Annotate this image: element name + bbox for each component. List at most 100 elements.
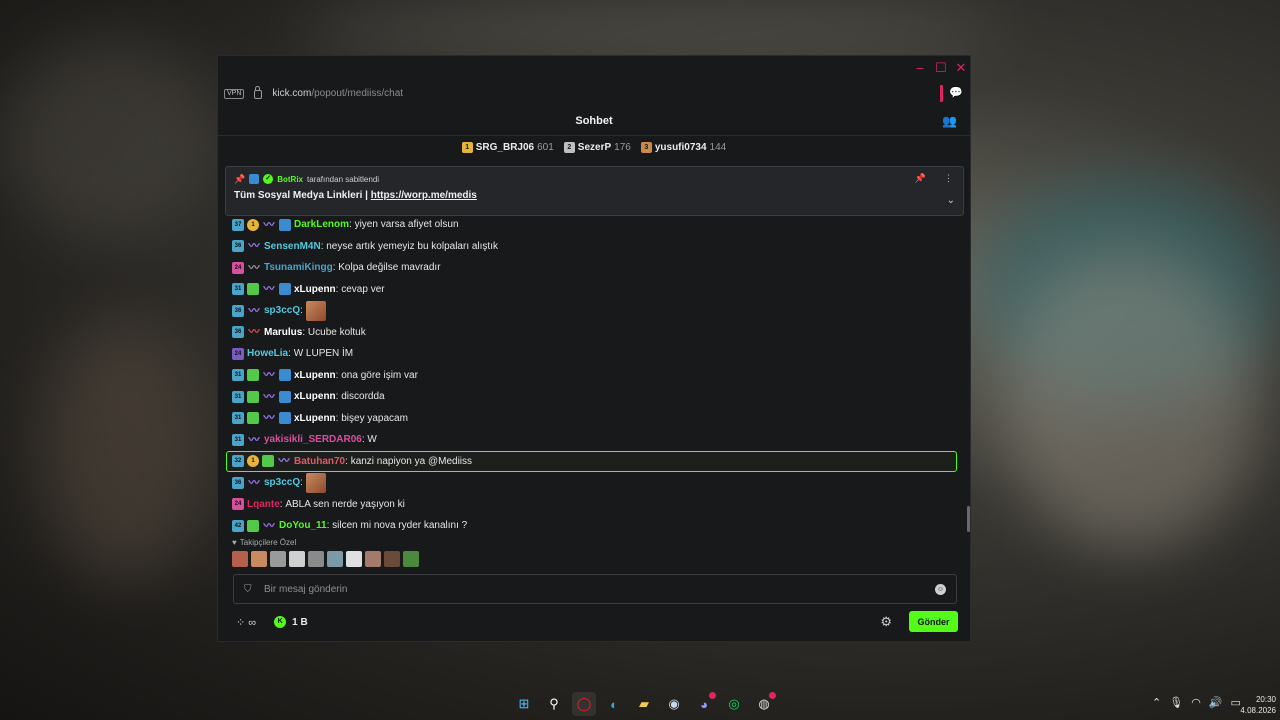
chat-username[interactable]: sp3ccQ [264,477,300,488]
microphone-icon[interactable]: 🎙 [1169,696,1183,709]
maximize-button[interactable]: ☐ [934,61,948,75]
discord-icon[interactable]: ◕ [692,692,716,716]
chat-message[interactable]: 31 〰 xLupenn: cevap ver [228,279,963,301]
steam-icon[interactable]: ◉ [662,692,686,716]
chat-message-list[interactable]: 37 1 〰 DarkLenom: yiyen varsa afiyet ols… [226,214,963,537]
subscriber-badge-icon: 31 [232,390,244,403]
chat-username[interactable]: Marulus [264,327,302,338]
chevron-down-icon[interactable]: ⌄ [947,195,955,206]
chat-message[interactable]: 36 〰 sp3ccQ: [228,472,963,494]
chat-username[interactable]: Batuhan70 [294,456,345,467]
chat-message[interactable]: 36 〰 Marulus: Ucube koltuk [228,322,963,344]
emote-button[interactable] [327,551,343,567]
chat-message[interactable]: 31 〰 yakisikli_SERDAR06: W [228,429,963,451]
leaderboard-name: SRG_BRJ06 [475,141,535,153]
taskbar-apps: ⊞ ⚲ ◯ ◐ ▰ ◉ ◕ ◎ ◍ [512,692,776,716]
chat-message[interactable]: 42 〰 DoYou_11: silcen mi nova ryder kana… [228,515,963,537]
chat-scrollbar[interactable] [967,506,970,532]
send-button[interactable]: Gönder [909,611,958,632]
emote-button[interactable] [365,551,381,567]
chat-message[interactable]: 31 〰 xLupenn: discordda [228,386,963,408]
emote-image[interactable] [305,300,326,321]
chat-bubble-icon[interactable]: 💬 [948,85,964,101]
pinned-link[interactable]: https://worp.me/medis [371,190,477,201]
shield-icon: ⛉ [244,583,252,595]
chevron-up-icon[interactable]: ⌃ [1152,696,1161,709]
pinned-by-user[interactable]: BotRix [277,175,303,184]
chat-message-mention[interactable]: 32 1 〰 Batuhan70: kanzi napiyon ya @Medi… [226,450,957,472]
clock[interactable]: 20:30 4.08.2026 [1232,694,1276,716]
users-icon[interactable]: 👥 [942,114,957,128]
subscriber-badge-icon: 31 [232,433,244,446]
emote-button[interactable] [346,551,362,567]
start-windows-icon[interactable]: ⊞ [512,692,536,716]
chat-text: Ucube koltuk [307,326,366,338]
kick-coin-icon: K [274,616,287,628]
chat-username[interactable]: HoweLia [247,348,288,359]
gear-icon[interactable]: ⚙ [880,615,892,629]
pinned-message[interactable]: 📌 ✓ BotRix tarafından sabitlendi Tüm Sos… [225,166,964,216]
chat-username[interactable]: yakisikli_SERDAR06 [264,434,362,445]
wave-badge-icon: 〰 [248,326,260,339]
app-icon[interactable]: ◍ [752,692,776,716]
message-input-box[interactable]: ⛉ ☺ [233,574,957,604]
chat-message[interactable]: 36 〰 SensenM4N: neyse artık yemeyiz bu k… [228,236,963,258]
minimize-button[interactable]: – [913,61,927,75]
edge-icon[interactable]: ◐ [602,692,626,716]
emoji-icon[interactable]: ☺ [935,584,946,595]
more-options-icon[interactable]: ⋮ [944,173,953,184]
emote-button[interactable] [232,551,248,567]
chat-username[interactable]: SensenM4N [264,241,321,252]
channel-points-icon[interactable]: ⁘ ∞ [236,616,256,629]
chat-message[interactable]: 31 〰 xLupenn: bişey yapacam [228,408,963,430]
emote-button[interactable] [270,551,286,567]
unpin-icon[interactable]: 📌 [915,173,926,184]
close-button[interactable]: ✕ [954,61,968,75]
chat-message[interactable]: 36 〰 sp3ccQ: [228,300,963,322]
wifi-icon[interactable]: ◠ [1191,696,1201,709]
address-bar[interactable]: VPN kick.com/popout/mediiss/chat 💬 [218,81,970,106]
address-bar-separator [940,85,943,102]
emote-button[interactable] [289,551,305,567]
vip-badge-icon [279,283,291,296]
rank-badge-icon: 3 [640,141,652,153]
chat-username[interactable]: xLupenn [294,370,336,381]
chat-username[interactable]: TsunamiKingg [264,262,333,273]
message-input[interactable] [264,583,924,595]
vip-badge-icon [279,412,291,425]
url-text[interactable]: kick.com/popout/mediiss/chat [272,88,403,99]
spotify-icon[interactable]: ◎ [722,692,746,716]
file-explorer-icon[interactable]: ▰ [632,692,656,716]
search-icon[interactable]: ⚲ [542,692,566,716]
chat-message[interactable]: 24 〰 TsunamiKingg: Kolpa değilse mavradı… [228,257,963,279]
wallpaper [300,0,1000,60]
leaderboard-entry[interactable]: 3 yusufi0734 144 [640,141,726,153]
url-host: kick.com [272,88,312,99]
emote-button[interactable] [403,551,419,567]
leaderboard-entry[interactable]: 2 SezerP 176 [563,141,631,153]
chat-username[interactable]: xLupenn [294,413,336,424]
leaderboard-entry[interactable]: 1 SRG_BRJ06 601 [461,141,554,153]
chat-message[interactable]: 31 〰 xLupenn: ona göre işim var [228,365,963,387]
wave-badge-icon: 〰 [248,261,260,274]
chat-username[interactable]: sp3ccQ [264,305,300,316]
emote-image[interactable] [305,472,326,493]
chat-username[interactable]: DoYou_11 [279,520,327,531]
chat-message[interactable]: 24 Lqante: ABLA sen nerde yaşıyon ki [228,494,963,516]
chat-username[interactable]: xLupenn [294,391,336,402]
vpn-badge[interactable]: VPN [224,88,245,99]
chat-username[interactable]: xLupenn [294,284,336,295]
chat-message[interactable]: 24 HoweLia: W LUPEN İM [228,343,963,365]
emote-button[interactable] [308,551,324,567]
emote-button[interactable] [384,551,400,567]
emote-button[interactable] [251,551,267,567]
chat-username[interactable]: DarkLenom [294,219,349,230]
chat-username[interactable]: Lqante [247,499,280,510]
kick-points[interactable]: K 1 B [274,616,308,628]
chat-message[interactable]: 37 1 〰 DarkLenom: yiyen varsa afiyet ols… [228,214,963,236]
verified-check-icon: ✓ [263,174,274,184]
lock-icon[interactable] [254,86,263,99]
subscriber-badge-icon: 24 [232,498,244,511]
volume-icon[interactable]: 🔊 [1209,696,1223,709]
opera-gx-icon[interactable]: ◯ [572,692,596,716]
